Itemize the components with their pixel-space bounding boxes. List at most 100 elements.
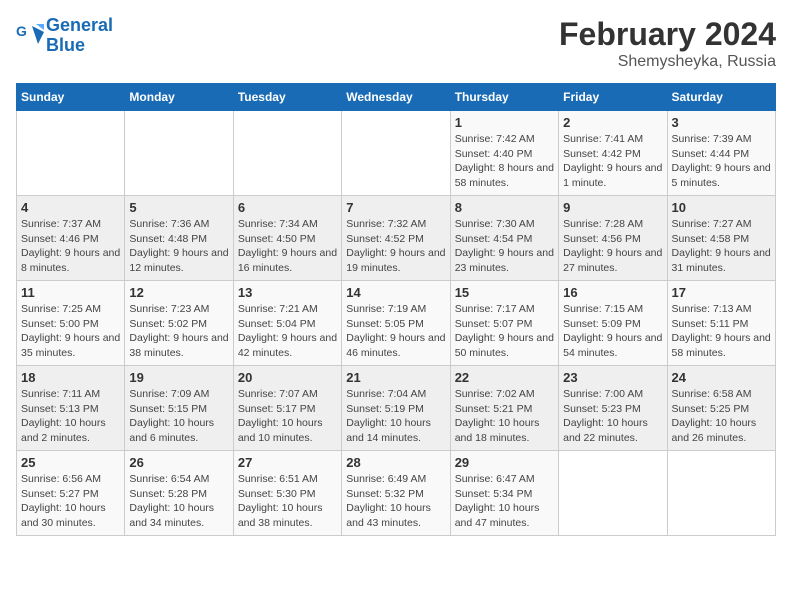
day-number: 12: [129, 285, 228, 300]
calendar-week-4: 18 Sunrise: 7:11 AM Sunset: 5:13 PM Dayli…: [17, 366, 776, 451]
day-number: 6: [238, 200, 337, 215]
day-number: 10: [672, 200, 771, 215]
day-info: Sunrise: 7:37 AM Sunset: 4:46 PM Dayligh…: [21, 217, 120, 276]
calendar-header-row: SundayMondayTuesdayWednesdayThursdayFrid…: [17, 84, 776, 111]
day-header-friday: Friday: [559, 84, 667, 111]
day-number: 4: [21, 200, 120, 215]
day-number: 29: [455, 455, 554, 470]
day-info: Sunrise: 7:25 AM Sunset: 5:00 PM Dayligh…: [21, 302, 120, 361]
day-info: Sunrise: 7:36 AM Sunset: 4:48 PM Dayligh…: [129, 217, 228, 276]
calendar-cell: [233, 111, 341, 196]
calendar-cell: 15Sunrise: 7:17 AM Sunset: 5:07 PM Dayli…: [450, 281, 558, 366]
calendar-cell: 10 Sunrise: 7:27 AM Sunset: 4:58 PM Dayli…: [667, 196, 775, 281]
day-number: 20: [238, 370, 337, 385]
day-number: 24: [672, 370, 771, 385]
svg-text:G: G: [16, 23, 27, 39]
calendar-cell: 7 Sunrise: 7:32 AM Sunset: 4:52 PM Daylig…: [342, 196, 450, 281]
day-info: Sunrise: 7:34 AM Sunset: 4:50 PM Dayligh…: [238, 217, 337, 276]
calendar-cell: 14 Sunrise: 7:19 AM Sunset: 5:05 PM Dayli…: [342, 281, 450, 366]
day-info: Sunrise: 7:15 AM Sunset: 5:09 PM Dayligh…: [563, 302, 662, 361]
day-number: 8: [455, 200, 554, 215]
day-info: Sunrise: 7:23 AM Sunset: 5:02 PM Dayligh…: [129, 302, 228, 361]
day-number: 28: [346, 455, 445, 470]
day-info: Sunrise: 6:58 AM Sunset: 5:25 PM Dayligh…: [672, 387, 771, 446]
day-info: Sunrise: 7:28 AM Sunset: 4:56 PM Dayligh…: [563, 217, 662, 276]
day-info: Sunrise: 6:56 AM Sunset: 5:27 PM Dayligh…: [21, 472, 120, 531]
calendar-cell: [667, 451, 775, 536]
calendar-cell: 29 Sunrise: 6:47 AM Sunset: 5:34 PM Dayli…: [450, 451, 558, 536]
day-number: 15: [455, 285, 554, 300]
calendar-week-5: 25 Sunrise: 6:56 AM Sunset: 5:27 PM Dayli…: [17, 451, 776, 536]
day-info: Sunrise: 7:19 AM Sunset: 5:05 PM Dayligh…: [346, 302, 445, 361]
calendar-cell: 26Sunrise: 6:54 AM Sunset: 5:28 PM Dayli…: [125, 451, 233, 536]
day-info: Sunrise: 7:32 AM Sunset: 4:52 PM Dayligh…: [346, 217, 445, 276]
calendar-cell: 8 Sunrise: 7:30 AM Sunset: 4:54 PM Daylig…: [450, 196, 558, 281]
day-number: 23: [563, 370, 662, 385]
calendar-cell: 1Sunrise: 7:42 AM Sunset: 4:40 PM Daylig…: [450, 111, 558, 196]
day-number: 21: [346, 370, 445, 385]
day-number: 25: [21, 455, 120, 470]
title-area: February 2024 Shemysheyka, Russia: [559, 16, 776, 71]
day-info: Sunrise: 7:30 AM Sunset: 4:54 PM Dayligh…: [455, 217, 554, 276]
main-title: February 2024: [559, 16, 776, 53]
day-info: Sunrise: 7:39 AM Sunset: 4:44 PM Dayligh…: [672, 132, 771, 191]
header: G General Blue February 2024 Shemysheyka…: [16, 16, 776, 71]
calendar-cell: 28 Sunrise: 6:49 AM Sunset: 5:32 PM Dayli…: [342, 451, 450, 536]
calendar-week-3: 11Sunrise: 7:25 AM Sunset: 5:00 PM Dayli…: [17, 281, 776, 366]
calendar-cell: 24 Sunrise: 6:58 AM Sunset: 5:25 PM Dayli…: [667, 366, 775, 451]
day-header-thursday: Thursday: [450, 84, 558, 111]
day-info: Sunrise: 7:42 AM Sunset: 4:40 PM Dayligh…: [455, 132, 554, 191]
day-header-tuesday: Tuesday: [233, 84, 341, 111]
calendar-cell: [342, 111, 450, 196]
day-info: Sunrise: 7:07 AM Sunset: 5:17 PM Dayligh…: [238, 387, 337, 446]
calendar-cell: 19 Sunrise: 7:09 AM Sunset: 5:15 PM Dayli…: [125, 366, 233, 451]
day-info: Sunrise: 6:47 AM Sunset: 5:34 PM Dayligh…: [455, 472, 554, 531]
calendar-cell: 22Sunrise: 7:02 AM Sunset: 5:21 PM Dayli…: [450, 366, 558, 451]
calendar-cell: 27Sunrise: 6:51 AM Sunset: 5:30 PM Dayli…: [233, 451, 341, 536]
calendar-week-1: 1Sunrise: 7:42 AM Sunset: 4:40 PM Daylig…: [17, 111, 776, 196]
day-number: 2: [563, 115, 662, 130]
logo-text: General Blue: [46, 16, 113, 56]
calendar-cell: 23 Sunrise: 7:00 AM Sunset: 5:23 PM Dayli…: [559, 366, 667, 451]
day-info: Sunrise: 7:27 AM Sunset: 4:58 PM Dayligh…: [672, 217, 771, 276]
calendar-week-2: 4 Sunrise: 7:37 AM Sunset: 4:46 PM Daylig…: [17, 196, 776, 281]
day-info: Sunrise: 6:49 AM Sunset: 5:32 PM Dayligh…: [346, 472, 445, 531]
day-number: 5: [129, 200, 228, 215]
calendar-cell: 9 Sunrise: 7:28 AM Sunset: 4:56 PM Daylig…: [559, 196, 667, 281]
day-number: 19: [129, 370, 228, 385]
day-number: 26: [129, 455, 228, 470]
day-number: 13: [238, 285, 337, 300]
day-number: 18: [21, 370, 120, 385]
calendar-cell: 13Sunrise: 7:21 AM Sunset: 5:04 PM Dayli…: [233, 281, 341, 366]
day-info: Sunrise: 7:00 AM Sunset: 5:23 PM Dayligh…: [563, 387, 662, 446]
calendar-cell: 20 Sunrise: 7:07 AM Sunset: 5:17 PM Dayli…: [233, 366, 341, 451]
sub-title: Shemysheyka, Russia: [559, 53, 776, 71]
day-info: Sunrise: 7:13 AM Sunset: 5:11 PM Dayligh…: [672, 302, 771, 361]
day-number: 14: [346, 285, 445, 300]
day-header-saturday: Saturday: [667, 84, 775, 111]
calendar-cell: 2 Sunrise: 7:41 AM Sunset: 4:42 PM Daylig…: [559, 111, 667, 196]
day-info: Sunrise: 7:11 AM Sunset: 5:13 PM Dayligh…: [21, 387, 120, 446]
day-number: 7: [346, 200, 445, 215]
day-header-monday: Monday: [125, 84, 233, 111]
day-info: Sunrise: 7:09 AM Sunset: 5:15 PM Dayligh…: [129, 387, 228, 446]
calendar-cell: 12 Sunrise: 7:23 AM Sunset: 5:02 PM Dayli…: [125, 281, 233, 366]
calendar-cell: 5 Sunrise: 7:36 AM Sunset: 4:48 PM Daylig…: [125, 196, 233, 281]
calendar: SundayMondayTuesdayWednesdayThursdayFrid…: [16, 83, 776, 536]
day-info: Sunrise: 7:04 AM Sunset: 5:19 PM Dayligh…: [346, 387, 445, 446]
calendar-cell: 4 Sunrise: 7:37 AM Sunset: 4:46 PM Daylig…: [17, 196, 125, 281]
calendar-cell: 21 Sunrise: 7:04 AM Sunset: 5:19 PM Dayli…: [342, 366, 450, 451]
day-number: 27: [238, 455, 337, 470]
day-info: Sunrise: 7:41 AM Sunset: 4:42 PM Dayligh…: [563, 132, 662, 191]
calendar-cell: 3 Sunrise: 7:39 AM Sunset: 4:44 PM Daylig…: [667, 111, 775, 196]
day-number: 3: [672, 115, 771, 130]
calendar-cell: 18 Sunrise: 7:11 AM Sunset: 5:13 PM Dayli…: [17, 366, 125, 451]
day-number: 9: [563, 200, 662, 215]
calendar-cell: 16Sunrise: 7:15 AM Sunset: 5:09 PM Dayli…: [559, 281, 667, 366]
day-number: 17: [672, 285, 771, 300]
calendar-cell: [125, 111, 233, 196]
calendar-cell: 17 Sunrise: 7:13 AM Sunset: 5:11 PM Dayli…: [667, 281, 775, 366]
calendar-body: 1Sunrise: 7:42 AM Sunset: 4:40 PM Daylig…: [17, 111, 776, 536]
day-header-sunday: Sunday: [17, 84, 125, 111]
calendar-cell: [559, 451, 667, 536]
